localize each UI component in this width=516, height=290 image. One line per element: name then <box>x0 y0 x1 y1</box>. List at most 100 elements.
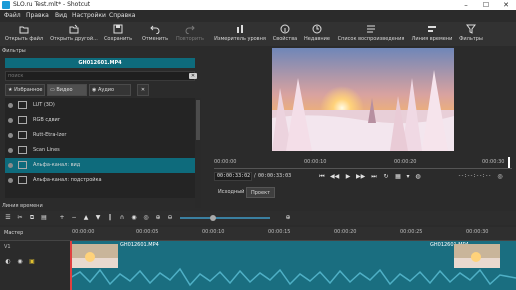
fast-forward-icon[interactable]: ▶▶ <box>356 173 365 181</box>
filters-button[interactable]: Фильтры <box>456 23 486 45</box>
radio-icon <box>8 133 13 138</box>
ripple-icon[interactable]: ◎ <box>142 214 150 222</box>
open-other-button[interactable]: Открыть другой... <box>48 23 100 45</box>
filter-item-scan-lines[interactable]: Scan Lines <box>5 143 195 158</box>
maximize-button[interactable]: ☐ <box>476 0 496 10</box>
copy-icon[interactable]: ⧉ <box>28 214 36 222</box>
peak-meter-icon <box>237 25 243 33</box>
zoom-slider[interactable] <box>180 217 270 219</box>
monitor-icon <box>18 101 27 109</box>
save-icon <box>113 24 123 34</box>
sunset-snow-scene-image <box>272 48 454 151</box>
undo-button[interactable]: Отменить <box>138 23 172 45</box>
timeline-toolbar: ☰ ✂ ⧉ ▤ + − ▲ ▼ ‖ ∩ ◉ ◎ ⊕ ⊖ ⊕ <box>0 211 516 225</box>
zoom-icon[interactable]: ◎ <box>496 173 504 181</box>
scrollbar-thumb[interactable] <box>196 100 200 140</box>
track-header-v1: V1 ◐ ◉ ▣ <box>0 241 70 290</box>
minimize-button[interactable]: – <box>456 0 476 10</box>
filter-item-rgb-shift[interactable]: RGB сдвиг <box>5 113 195 128</box>
append-icon[interactable]: + <box>58 214 66 222</box>
rewind-icon[interactable]: ◀◀ <box>330 173 339 181</box>
menu-settings[interactable]: Настройки <box>72 12 106 20</box>
skip-to-start-icon[interactable]: ⏮ <box>318 173 326 181</box>
tab-audio[interactable]: ◉ Аудио <box>89 84 131 96</box>
playlist-button[interactable]: Список воспроизведения <box>336 23 406 45</box>
chevron-down-icon[interactable]: ▾ <box>404 173 412 181</box>
ruler-tick: 00:00:10 <box>202 229 225 235</box>
position-timecode[interactable]: 00:00:33:02 <box>214 172 252 181</box>
open-file-button[interactable]: Открыть файл <box>2 23 46 45</box>
zoom-slider-handle[interactable] <box>210 215 216 221</box>
player-playhead-marker[interactable] <box>508 157 510 168</box>
cut-icon[interactable]: ✂ <box>16 214 24 222</box>
in-out-timecode: --:--:--:-- <box>458 173 492 179</box>
menu-file[interactable]: Файл <box>4 12 21 20</box>
ripple-all-icon[interactable]: ⊕ <box>154 214 162 222</box>
recent-button[interactable]: Недавние <box>302 23 332 45</box>
timeline-button[interactable]: Линия времени <box>410 23 454 45</box>
properties-button[interactable]: Свойства <box>270 23 300 45</box>
tab-favorites[interactable]: ★ Избранное <box>5 84 45 96</box>
lock-icon[interactable]: ▣ <box>28 258 36 266</box>
loop-icon[interactable]: ↻ <box>382 173 390 181</box>
star-icon: ★ <box>8 87 13 93</box>
lift-icon[interactable]: ▲ <box>82 214 90 222</box>
ruler-tick: 00:00:15 <box>268 229 291 235</box>
filter-funnel-icon <box>466 24 476 34</box>
close-filter-list-button[interactable]: ✕ <box>137 84 149 96</box>
clock-icon <box>312 24 322 34</box>
menu-icon[interactable]: ☰ <box>4 214 12 222</box>
ruler-tick: 00:00:25 <box>400 229 423 235</box>
filter-list-scrollbar[interactable] <box>195 98 201 208</box>
paste-icon[interactable]: ▤ <box>40 214 48 222</box>
filter-item-alpha-view[interactable]: Альфа-канал: вид <box>5 158 195 173</box>
menu-edit[interactable]: Правка <box>26 12 49 20</box>
close-icon: ✕ <box>140 87 146 93</box>
redo-icon <box>185 25 195 34</box>
redo-button[interactable]: Повторить <box>172 23 208 45</box>
monitor-icon <box>18 131 27 139</box>
filter-search-input[interactable] <box>6 72 186 80</box>
duration-timecode: 00:00:33:03 <box>258 173 292 179</box>
player-controls: 00:00:33:02 / 00:00:33:03 ⏮ ◀◀ ▶ ▶▶ ⏭ ↻ … <box>214 171 512 183</box>
menu-view[interactable]: Вид <box>55 12 67 20</box>
zoom-out-icon[interactable]: ⊖ <box>166 214 174 222</box>
peak-meter-button[interactable]: Измеритель уровня <box>211 23 269 45</box>
radio-icon <box>8 178 13 183</box>
close-button[interactable]: ✕ <box>496 0 516 10</box>
skip-to-end-icon[interactable]: ⏭ <box>370 173 378 181</box>
eye-icon[interactable]: ◉ <box>16 258 24 266</box>
tab-project[interactable]: Проект <box>246 187 276 198</box>
play-icon[interactable]: ▶ <box>344 173 352 181</box>
menu-help[interactable]: Справка <box>109 12 135 20</box>
tab-source[interactable]: Исходный <box>214 187 248 198</box>
snap-magnet-icon[interactable]: ∩ <box>118 214 126 222</box>
audio-waveform <box>70 267 516 287</box>
master-track-label: Мастер <box>4 230 24 236</box>
zoom-in-icon[interactable]: ⊕ <box>284 214 292 222</box>
track-v1[interactable]: GH012601.MP4 GH012601.MP4 <box>70 241 516 290</box>
remove-icon[interactable]: − <box>70 214 78 222</box>
filter-item-lut3d[interactable]: LUT (3D) <box>5 98 195 113</box>
video-preview <box>272 48 454 151</box>
filter-item-alpha-adjust[interactable]: Альфа-канал: подстройка <box>5 173 195 188</box>
scrub-icon[interactable]: ◉ <box>130 214 138 222</box>
volume-icon[interactable]: ◍ <box>414 173 422 181</box>
mute-icon[interactable]: ◐ <box>4 258 12 266</box>
overwrite-icon[interactable]: ▼ <box>94 214 102 222</box>
filter-item-rutt-etra[interactable]: Rutt-Etra-Izer <box>5 128 195 143</box>
filter-list: LUT (3D) RGB сдвиг Rutt-Etra-Izer Scan L… <box>5 98 195 198</box>
save-button[interactable]: Сохранить <box>100 23 136 45</box>
timeline-ruler[interactable]: 00:00:00 00:00:05 00:00:10 00:00:15 00:0… <box>70 227 516 241</box>
folder-open-icon <box>19 26 29 34</box>
timeline-header: Мастер <box>0 227 70 241</box>
ruler-tick: 00:00:30 <box>482 159 505 165</box>
tab-video[interactable]: ▭ Видео <box>47 84 87 96</box>
split-icon[interactable]: ‖ <box>106 214 114 222</box>
player-scrub-ruler[interactable]: 00:00:00 00:00:10 00:00:20 00:00:30 <box>214 157 512 169</box>
radio-icon <box>8 163 13 168</box>
clear-search-icon[interactable]: ✕ <box>189 73 197 79</box>
filters-panel-title: Фильтры <box>2 48 26 54</box>
timeline-playhead[interactable] <box>70 241 72 290</box>
grid-icon[interactable]: ▦ <box>394 173 402 181</box>
